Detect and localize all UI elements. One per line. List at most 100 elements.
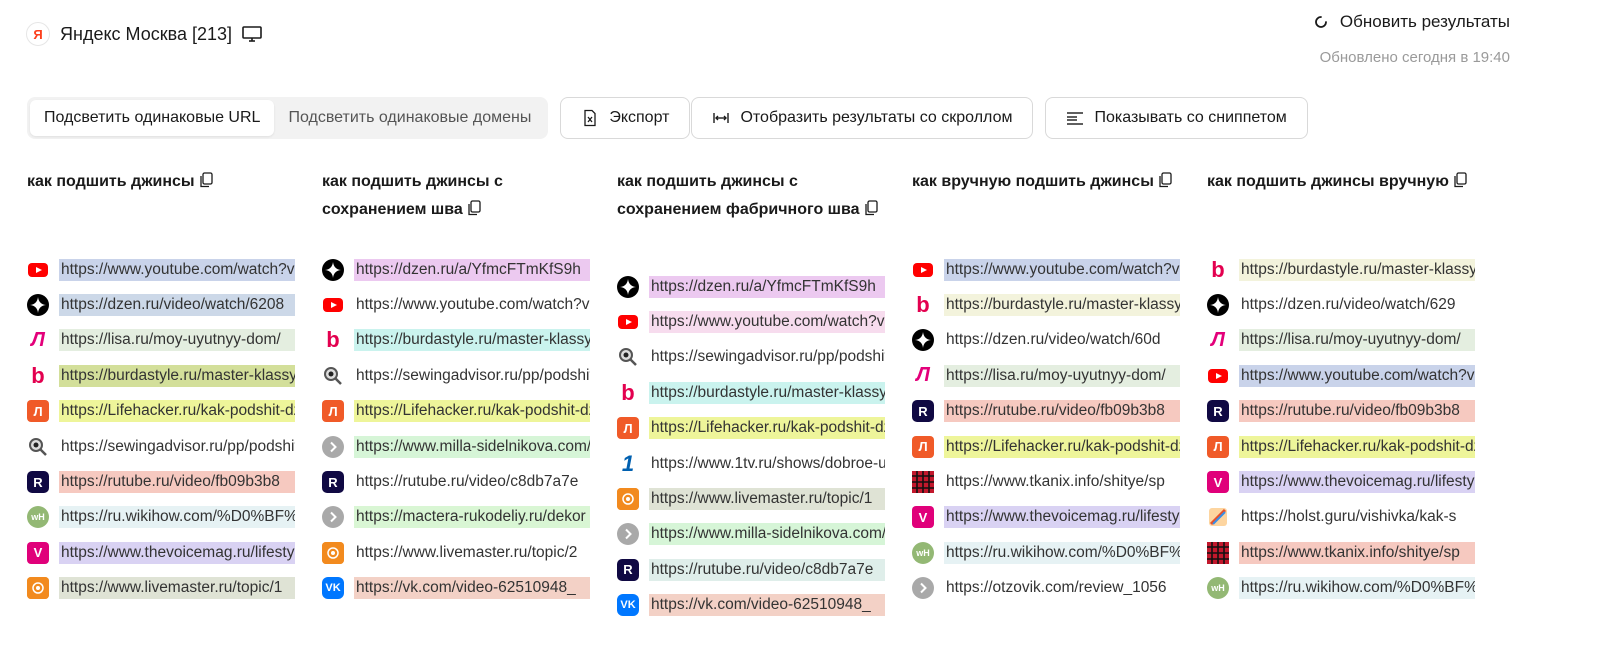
result-item: https://www.youtube.com/watch?v=Fp8kW1 xyxy=(27,252,295,287)
otzovik-icon xyxy=(912,577,934,600)
yandex-logo-icon: Я xyxy=(26,22,50,46)
lifehacker-icon: Л xyxy=(912,435,934,458)
result-url-link[interactable]: https://sewingadvisor.ru/pp/podshit xyxy=(354,365,590,387)
result-url-link[interactable]: https://otzovik.com/review_1056 xyxy=(944,577,1180,599)
scroll-results-button[interactable]: Отобразить результаты со скроллом xyxy=(691,97,1034,139)
result-url-link[interactable]: https://Lifehacker.ru/kak-podshit-dzhins… xyxy=(944,435,1180,458)
result-url-link[interactable]: https://dzen.ru/a/YfmcFTmKfS9h xyxy=(649,275,885,298)
result-item: VK https://vk.com/video-62510948_ xyxy=(322,571,590,606)
query-columns: как подшить джинсы https://www.youtube.co… xyxy=(27,168,1475,623)
result-url-link[interactable]: https://www.thevoicemag.ru/lifestyle/ xyxy=(1239,471,1475,494)
result-url-link[interactable]: https://burdastyle.ru/master-klassy/ xyxy=(1239,258,1475,281)
dzen-icon xyxy=(27,294,49,317)
snippet-button[interactable]: Показывать со сниппетом xyxy=(1045,97,1308,139)
result-url-link[interactable]: https://holst.guru/vishivka/kak-s xyxy=(1239,506,1475,528)
highlight-domains-tab[interactable]: Подсветить одинаковые домены xyxy=(274,100,545,136)
copy-icon[interactable] xyxy=(1453,170,1467,188)
result-url-link[interactable]: https://www.youtube.com/watch?v=Fp8kW1 xyxy=(944,258,1180,281)
result-url-link[interactable]: https://Lifehacker.ru/kak-podshit-dzhins… xyxy=(354,400,590,423)
query-title: как подшить джинсы с сохранением шва xyxy=(322,168,590,252)
result-url-link[interactable]: https://rutube.ru/video/fb09b3b8 xyxy=(59,471,295,494)
result-url-link[interactable]: https://sewingadvisor.ru/pp/podshit xyxy=(59,436,295,458)
highlight-url-tab[interactable]: Подсветить одинаковые URL xyxy=(30,100,275,136)
result-url-link[interactable]: https://rutube.ru/video/fb09b3b8 xyxy=(944,400,1180,423)
result-url-link[interactable]: https://www.youtube.com/watch?v= xyxy=(649,311,885,334)
lifehacker-icon: Л xyxy=(322,400,344,423)
result-url-link[interactable]: https://www.thevoicemag.ru/lifestyle/ xyxy=(59,541,295,564)
holst-icon xyxy=(1207,506,1229,528)
copy-icon[interactable] xyxy=(864,198,878,216)
result-item: Лhttps://lisa.ru/moy-uyutnyy-dom/ xyxy=(27,323,295,358)
result-item: https://www.youtube.com/watch?v= xyxy=(322,287,590,322)
copy-icon[interactable] xyxy=(1158,170,1172,188)
thevoicemag-icon: V xyxy=(27,541,49,564)
result-url-link[interactable]: https://ru.wikihow.com/%D0%BF%D0%BE xyxy=(1239,577,1475,600)
result-url-link[interactable]: https://lisa.ru/moy-uyutnyy-dom/ xyxy=(1239,329,1475,352)
result-url-link[interactable]: https://Lifehacker.ru/kak-podshit-dzhins… xyxy=(649,417,885,440)
result-url-link[interactable]: https://burdastyle.ru/master-klassy/ xyxy=(649,381,885,404)
lifehacker-icon: Л xyxy=(27,400,49,423)
result-url-link[interactable]: https://Lifehacker.ru/kak-podshit-dzhins… xyxy=(59,400,295,423)
result-url-link[interactable]: https://dzen.ru/video/watch/60d xyxy=(944,329,1180,351)
result-url-link[interactable]: https://rutube.ru/video/fb09b3b8 xyxy=(1239,400,1475,423)
result-url-link[interactable]: https://www.milla-sidelnikova.com/ xyxy=(649,523,885,546)
result-url-link[interactable]: https://www.livemaster.ru/topic/2 xyxy=(354,542,590,564)
result-item: https://www.tkanix.info/shitye/sp xyxy=(912,464,1180,499)
result-url-link[interactable]: https://www.youtube.com/watch?v=Fp8kW1 xyxy=(1239,364,1475,387)
result-item: Лhttps://Lifehacker.ru/kak-podshit-dzhin… xyxy=(1207,429,1475,464)
snippet-label: Показывать со сниппетом xyxy=(1094,109,1287,126)
result-url-link[interactable]: https://lisa.ru/moy-uyutnyy-dom/ xyxy=(944,364,1180,387)
results-list: https://dzen.ru/a/YfmcFTmKfS9h https://ww… xyxy=(322,252,590,606)
result-item: b https://burdastyle.ru/master-klassy/ xyxy=(322,323,590,358)
result-url-link[interactable]: https://vk.com/video-62510948_ xyxy=(649,594,885,617)
query-column: как подшить джинсы https://www.youtube.co… xyxy=(27,168,295,623)
result-url-link[interactable]: https://Lifehacker.ru/kak-podshit-dzhins… xyxy=(1239,435,1475,458)
dzen-icon xyxy=(617,275,639,298)
copy-icon[interactable] xyxy=(467,198,481,216)
result-url-link[interactable]: https://www.1tv.ru/shows/dobroe-utro xyxy=(649,453,885,475)
result-url-link[interactable]: https://sewingadvisor.ru/pp/podshit xyxy=(649,346,885,368)
dzen-icon xyxy=(912,329,934,352)
result-url-link[interactable]: https://www.livemaster.ru/topic/1 xyxy=(59,577,295,600)
result-item: Лhttps://Lifehacker.ru/kak-podshit-dzhin… xyxy=(27,394,295,429)
result-url-link[interactable]: https://ru.wikihow.com/%D0%BF%D0%BE xyxy=(59,506,295,529)
result-item: Rhttps://rutube.ru/video/fb09b3b8 xyxy=(912,394,1180,429)
result-url-link[interactable]: https://burdastyle.ru/master-klassy/ xyxy=(59,364,295,387)
result-url-link[interactable]: https://rutube.ru/video/c8db7a7e xyxy=(354,471,590,493)
wikihow-icon: wH xyxy=(1207,577,1229,600)
result-url-link[interactable]: https://www.milla-sidelnikova.com/ xyxy=(354,435,590,458)
result-url-link[interactable]: https://dzen.ru/video/watch/629 xyxy=(1239,294,1475,316)
lifehacker-icon: Л xyxy=(1207,435,1229,458)
result-url-link[interactable]: https://dzen.ru/video/watch/6208 xyxy=(59,294,295,317)
result-item: https://mactera-rukodeliy.ru/dekor xyxy=(322,500,590,535)
export-button[interactable]: Экспорт xyxy=(560,97,691,139)
burdastyle-icon: b xyxy=(1211,256,1225,282)
result-item: https://dzen.ru/video/watch/6208 xyxy=(27,287,295,322)
result-url-link[interactable]: https://www.tkanix.info/shitye/sp xyxy=(944,471,1180,493)
result-url-link[interactable]: https://ru.wikihow.com/%D0%BF%D0%BE xyxy=(944,541,1180,564)
dzen-icon xyxy=(1207,294,1229,317)
result-url-link[interactable]: https://burdastyle.ru/master-klassy/ xyxy=(944,294,1180,317)
result-url-link[interactable]: https://www.livemaster.ru/topic/1 xyxy=(649,488,885,511)
refresh-results-button[interactable]: Обновить результаты xyxy=(1312,12,1510,32)
result-url-link[interactable]: https://www.tkanix.info/shitye/sp xyxy=(1239,541,1475,564)
result-url-link[interactable]: https://mactera-rukodeliy.ru/dekor xyxy=(354,506,590,529)
result-url-link[interactable]: https://www.youtube.com/watch?v=Fp8kW1 xyxy=(59,258,295,281)
result-item: Vhttps://www.thevoicemag.ru/lifestyle/ xyxy=(1207,464,1475,499)
sewingadvisor-icon xyxy=(322,365,344,387)
result-url-link[interactable]: https://lisa.ru/moy-uyutnyy-dom/ xyxy=(59,329,295,352)
result-url-link[interactable]: https://burdastyle.ru/master-klassy/ xyxy=(354,329,590,352)
result-url-link[interactable]: https://rutube.ru/video/c8db7a7e xyxy=(649,558,885,581)
result-url-link[interactable]: https://dzen.ru/a/YfmcFTmKfS9h xyxy=(354,258,590,281)
result-item: https://dzen.ru/video/watch/629 xyxy=(1207,287,1475,322)
query-title: как подшить джинсы вручную xyxy=(1207,168,1475,252)
query-title: как подшить джинсы xyxy=(27,168,295,252)
vk-icon: VK xyxy=(322,577,344,600)
1tv-icon: 1 xyxy=(621,450,635,476)
copy-icon[interactable] xyxy=(199,170,213,188)
result-url-link[interactable]: https://vk.com/video-62510948_ xyxy=(354,577,590,600)
result-url-link[interactable]: https://www.thevoicemag.ru/lifestyle/ xyxy=(944,506,1180,529)
region-header: Я Яндекс Москва [213] xyxy=(26,22,262,46)
sewingadvisor-icon xyxy=(617,346,639,368)
result-url-link[interactable]: https://www.youtube.com/watch?v= xyxy=(354,294,590,316)
